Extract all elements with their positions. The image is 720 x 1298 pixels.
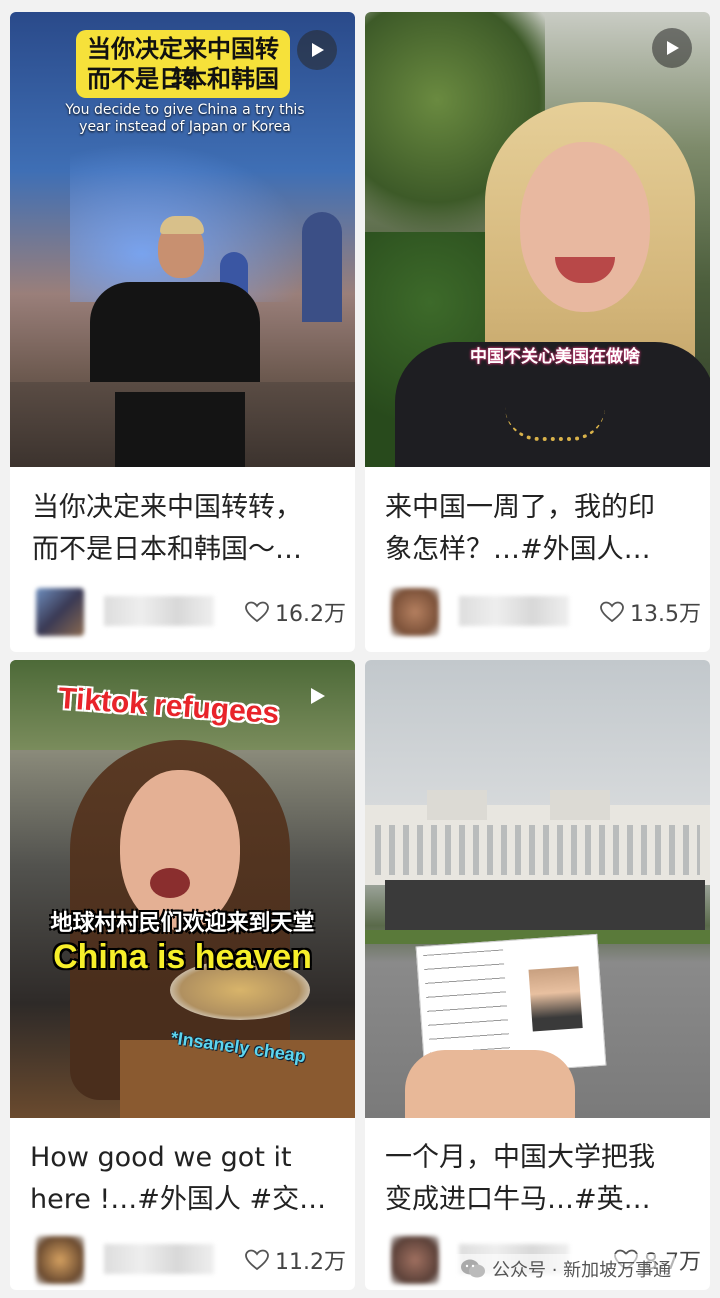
avatar[interactable]: [391, 1236, 439, 1284]
banner-flag: [302, 212, 342, 322]
caption-line: How good we got it: [30, 1142, 292, 1173]
like-button[interactable]: 11.2万: [245, 1244, 346, 1276]
mouth: [150, 868, 190, 898]
caption-line: 变成进口牛马…#英…: [385, 1184, 651, 1215]
heart-icon: [600, 601, 624, 623]
caption-line: 而不是日本和韩国～…: [32, 534, 302, 565]
avatar[interactable]: [36, 1236, 84, 1284]
like-count: 13.5万: [630, 602, 701, 627]
author-name-blurred[interactable]: [104, 596, 214, 626]
like-count: 11.2万: [275, 1250, 346, 1275]
avatar[interactable]: [36, 588, 84, 636]
building-tower: [550, 790, 610, 820]
caption-line: 来中国一周了，我的印: [385, 492, 655, 523]
video-card-2[interactable]: 中国不关心美国在做啥 来中国一周了，我的印 象怎样？…#外国人… 13.5万: [365, 12, 710, 652]
building-tower: [427, 790, 487, 820]
like-button[interactable]: 16.2万: [245, 596, 346, 628]
caption-line: 一个月，中国大学把我: [385, 1142, 655, 1173]
caption-line: 象怎样？…#外国人…: [385, 534, 651, 565]
overlay-title-line2: 而不是日本和韩国: [87, 65, 279, 93]
id-photo: [528, 966, 583, 1032]
play-icon[interactable]: [297, 676, 337, 716]
building-windows: [375, 825, 700, 875]
caption-line: here !…#外国人 #交…: [30, 1184, 327, 1215]
like-button[interactable]: 13.5万: [600, 596, 701, 628]
overlay-en-text: China is heaven: [53, 938, 312, 976]
caption-1[interactable]: 当你决定来中国转转， 而不是日本和韩国～…: [32, 487, 342, 571]
card-meta-2: 13.5万: [381, 578, 701, 636]
caption-3[interactable]: How good we got it here !…#外国人 #交…: [30, 1137, 340, 1221]
caption-2[interactable]: 来中国一周了，我的印 象怎样？…#外国人…: [385, 487, 695, 571]
thumbnail-1[interactable]: 当你决定来中国转转 而不是日本和韩国 You decide to give Ch…: [10, 12, 355, 467]
watermark-text: 公众号 · 新加坡万事通: [492, 1260, 672, 1281]
play-icon[interactable]: [297, 30, 337, 70]
person-legs: [115, 392, 245, 467]
caption-4[interactable]: 一个月，中国大学把我 变成进口牛马…#英…: [385, 1137, 695, 1221]
overlay-text: 中国不关心美国在做啥: [470, 347, 640, 367]
card-meta-3: 11.2万: [26, 1226, 346, 1284]
wechat-icon: [461, 1259, 485, 1278]
video-card-4[interactable]: 一个月，中国大学把我 变成进口牛马…#英… 8.7万: [365, 660, 710, 1290]
id-grid-lines: [423, 949, 511, 1065]
heart-icon: [245, 601, 269, 623]
avatar[interactable]: [391, 588, 439, 636]
heart-icon: [245, 1249, 269, 1271]
thumbnail-3[interactable]: Tiktok refugees 地球村村民们欢迎来到天堂 China is he…: [10, 660, 355, 1118]
face: [520, 142, 650, 312]
play-icon[interactable]: [652, 28, 692, 68]
like-count: 16.2万: [275, 602, 346, 627]
watermark: 公众号 · 新加坡万事通: [456, 1254, 676, 1284]
author-name-blurred[interactable]: [459, 596, 569, 626]
gate-wall: [385, 880, 705, 930]
thumbnail-4[interactable]: [365, 660, 710, 1118]
video-card-1[interactable]: 当你决定来中国转转 而不是日本和韩国 You decide to give Ch…: [10, 12, 355, 652]
video-card-3[interactable]: Tiktok refugees 地球村村民们欢迎来到天堂 China is he…: [10, 660, 355, 1290]
overlay-subtitle: You decide to give China a try this year…: [65, 102, 305, 135]
overlay-cn-text: 地球村村民们欢迎来到天堂: [50, 911, 315, 936]
author-name-blurred[interactable]: [104, 1244, 214, 1274]
thumbnail-2[interactable]: 中国不关心美国在做啥: [365, 12, 710, 467]
hand: [405, 1050, 575, 1118]
overlay-title-box: 当你决定来中国转转 而不是日本和韩国: [76, 30, 290, 98]
caption-line: 当你决定来中国转转，: [32, 492, 302, 523]
card-meta-1: 16.2万: [26, 578, 346, 636]
person-hair: [160, 216, 204, 234]
